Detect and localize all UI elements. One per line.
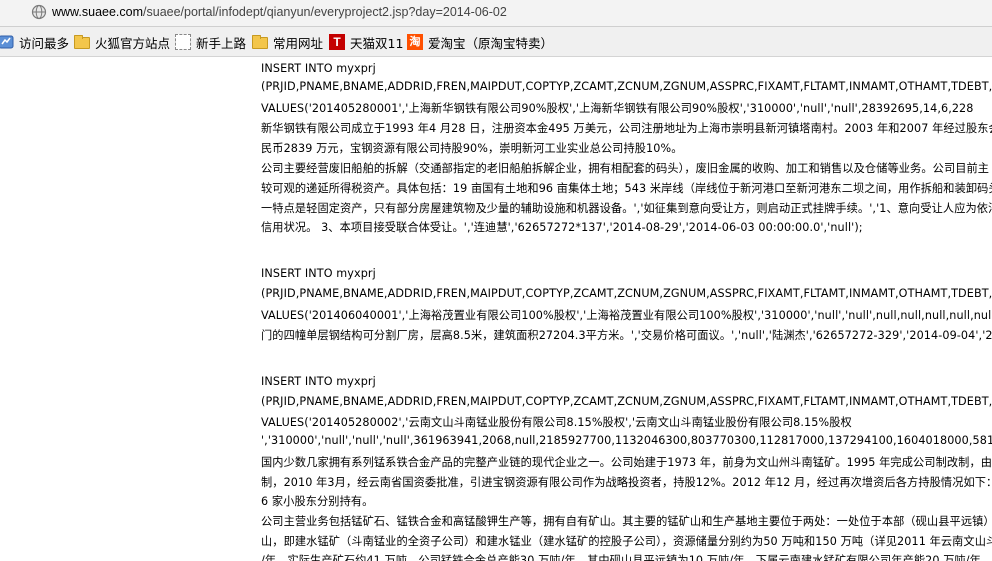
- bookmark-tmall[interactable]: T 天猫双11: [329, 33, 403, 51]
- text-line: 公司主营业务包括锰矿石、锰铁合金和高锰酸钾生产等，拥有自有矿山。其主要的锰矿山和…: [261, 515, 992, 528]
- globe-icon: [31, 4, 47, 20]
- bookmark-common-sites[interactable]: 常用网址: [252, 33, 323, 51]
- text-line: 较可观的递延所得税资产。具体包括：19 亩国有土地和96 亩集体土地；543 米…: [261, 182, 992, 195]
- text-line: 门的四幢单层钢结构可分割厂房，层高8.5米，建筑面积27204.3平方米。','…: [261, 329, 992, 342]
- bookmark-label: 新手上路: [196, 35, 247, 51]
- text-line: 6 家小股东分别持有。: [261, 495, 374, 508]
- bookmark-taobao[interactable]: 淘 爱淘宝（原淘宝特卖）: [407, 33, 553, 51]
- url-text[interactable]: www.suaee.com/suaee/portal/infodept/qian…: [52, 5, 507, 19]
- text-line: /年，实际生产矿石约41 万吨。公司锰铁合金总产能30 万吨/年，其中砚山县平远…: [261, 554, 981, 561]
- text-line: 制，2010 年3月，经云南省国资委批准，引进宝钢资源有限公司作为战略投资者，持…: [261, 476, 992, 489]
- text-line: 信用状况。 3、本项目接受联合体受让。','连迪慧','62657272*137…: [261, 221, 863, 234]
- text-line: (PRJID,PNAME,BNAME,ADDRID,FREN,MAIPDUT,C…: [261, 287, 992, 300]
- folder-icon: [74, 35, 90, 49]
- page-content: INSERT INTO myxprj (PRJID,PNAME,BNAME,AD…: [261, 57, 992, 561]
- text-line: 民币2839 万元，宝钢资源有限公司持股90%，崇明新河工业实业总公司持股10%…: [261, 142, 683, 155]
- text-line: (PRJID,PNAME,BNAME,ADDRID,FREN,MAIPDUT,C…: [261, 395, 992, 408]
- bookmark-getting-started[interactable]: 新手上路: [175, 33, 246, 51]
- text-line: 一特点是轻固定资产，只有部分房屋建筑物及少量的辅助设施和机器设备。','如征集到…: [261, 202, 992, 215]
- text-line: INSERT INTO myxprj: [261, 375, 376, 388]
- page-icon: [175, 34, 191, 50]
- bookmarks-toolbar: 访问最多 火狐官方站点 新手上路 常用网址 T 天猫双11 淘 爱淘宝（原淘宝特…: [0, 27, 992, 57]
- text-line: 国内少数几家拥有系列锰系铁合金产品的完整产业链的现代企业之一。公司始建于1973…: [261, 456, 992, 469]
- bookmark-label: 天猫双11: [350, 35, 404, 51]
- bookmark-label: 爱淘宝（原淘宝特卖）: [428, 35, 554, 51]
- text-line: VALUES('201405280002','云南文山斗南锰业股份有限公司8.1…: [261, 416, 852, 429]
- tmall-icon: T: [329, 34, 345, 50]
- url-host: www.suaee.com: [52, 5, 144, 19]
- bookmark-label: 火狐官方站点: [95, 35, 171, 51]
- bookmark-label: 常用网址: [273, 35, 324, 51]
- taobao-icon: 淘: [407, 34, 423, 50]
- text-line: VALUES('201405280001','上海新华钢铁有限公司90%股权',…: [261, 102, 974, 115]
- bookmark-most-visited[interactable]: 访问最多: [0, 33, 69, 51]
- text-line: 公司主要经营废旧船舶的拆解（交通部指定的老旧船舶拆解企业，拥有相配套的码头），废…: [261, 162, 990, 175]
- address-bar[interactable]: www.suaee.com/suaee/portal/infodept/qian…: [0, 0, 992, 27]
- text-line: VALUES('201406040001','上海裕茂置业有限公司100%股权'…: [261, 309, 992, 322]
- text-line: 新华钢铁有限公司成立于1993 年4 月28 日，注册资本金495 万美元，公司…: [261, 122, 992, 135]
- text-line: INSERT INTO myxprj: [261, 62, 376, 75]
- text-line: ','310000','null','null','null',36196394…: [261, 434, 992, 447]
- bookmark-label: 访问最多: [19, 35, 70, 51]
- text-line: (PRJID,PNAME,BNAME,ADDRID,FREN,MAIPDUT,C…: [261, 80, 992, 93]
- text-line: INSERT INTO myxprj: [261, 267, 376, 280]
- text-line: 山，即建水锰矿（斗南锰业的全资子公司）和建水锰业（建水锰矿的控股子公司），资源储…: [261, 535, 992, 548]
- folder-icon: [252, 35, 268, 49]
- most-visited-icon: [0, 35, 14, 49]
- bookmark-firefox-official[interactable]: 火狐官方站点: [74, 33, 170, 51]
- url-path: /suaee/portal/infodept/qianyun/everyproj…: [143, 5, 507, 19]
